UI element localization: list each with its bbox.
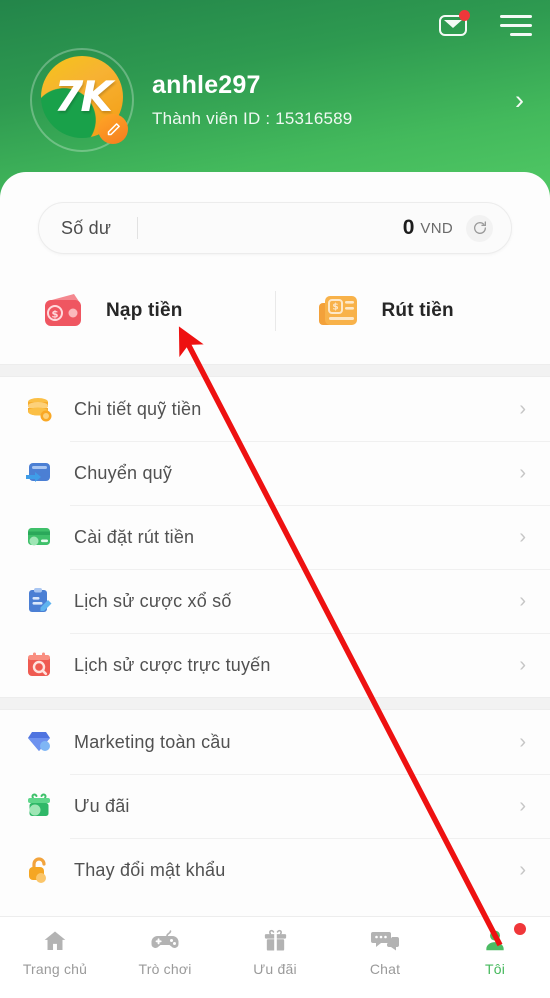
- balance-card[interactable]: Số dư 0 VND: [38, 202, 512, 254]
- person-icon: [478, 925, 512, 957]
- menu-label: Lịch sử cược trực tuyến: [74, 654, 271, 675]
- menu-item-lottery-bet-history[interactable]: Lịch sử cược xổ số ›: [0, 569, 550, 633]
- deposit-label: Nạp tiền: [106, 300, 183, 321]
- tab-badge-dot: [514, 923, 526, 935]
- chevron-right-icon: ›: [519, 731, 526, 753]
- gamepad-icon: [148, 925, 182, 957]
- tab-chat[interactable]: Chat: [330, 925, 440, 977]
- profile-screen: 7K anhle297 Thành viên ID : 15316589 › S…: [0, 0, 550, 998]
- tab-me[interactable]: Tôi: [440, 923, 550, 977]
- coin-stack-icon: [24, 394, 54, 424]
- chevron-right-icon: ›: [519, 398, 526, 420]
- chat-bubble-icon: [368, 925, 402, 957]
- burger-line-2: [500, 23, 532, 27]
- mail-badge-dot: [459, 10, 470, 21]
- hamburger-menu-icon[interactable]: [500, 12, 532, 38]
- chevron-right-icon: ›: [519, 590, 526, 612]
- deposit-button[interactable]: $ Nạp tiền: [0, 291, 275, 331]
- card-withdraw-icon: $: [316, 291, 364, 331]
- chevron-right-icon: ›: [519, 859, 526, 881]
- tab-label: Ưu đãi: [253, 961, 297, 977]
- home-icon: [38, 925, 72, 957]
- profile-text: anhle297 Thành viên ID : 15316589: [152, 70, 515, 129]
- menu-item-withdraw-settings[interactable]: Cài đặt rút tiền ›: [0, 505, 550, 569]
- svg-text:$: $: [52, 310, 59, 321]
- chevron-right-icon[interactable]: ›: [515, 86, 524, 114]
- menu-label: Cài đặt rút tiền: [74, 526, 195, 547]
- unlock-padlock-icon: [24, 855, 54, 885]
- balance-amount: 0: [402, 216, 415, 239]
- withdraw-button[interactable]: $ Rút tiền: [276, 291, 550, 331]
- tab-games[interactable]: Trò chơi: [110, 925, 220, 977]
- menu-item-promotions[interactable]: Ưu đãi ›: [0, 774, 550, 838]
- menu-label: Marketing toàn cầu: [74, 731, 231, 752]
- section-divider-1: [0, 364, 550, 377]
- tab-label: Trò chơi: [138, 961, 192, 977]
- menu-label: Chuyển quỹ: [74, 462, 173, 483]
- withdraw-label: Rút tiền: [381, 300, 454, 321]
- balance-divider: [137, 217, 139, 239]
- menu-label: Thay đổi mật khẩu: [74, 859, 226, 880]
- menu-item-global-marketing[interactable]: Marketing toàn cầu ›: [0, 710, 550, 774]
- gift-box-icon: [24, 791, 54, 821]
- chevron-right-icon: ›: [519, 795, 526, 817]
- tab-home[interactable]: Trang chủ: [0, 925, 110, 977]
- burger-line-1: [500, 14, 532, 18]
- avatar[interactable]: 7K: [30, 48, 134, 152]
- menu-item-fund-details[interactable]: Chi tiết quỹ tiền ›: [0, 377, 550, 441]
- menu-item-online-bet-history[interactable]: Lịch sử cược trực tuyến ›: [0, 633, 550, 697]
- tab-offers[interactable]: Ưu đãi: [220, 925, 330, 977]
- balance-label: Số dư: [61, 217, 112, 238]
- menu-group-promotions: Marketing toàn cầu › Ưu đãi › Thay đổi m…: [0, 710, 550, 902]
- wallet-deposit-icon: $: [40, 291, 88, 331]
- gift-icon: [258, 925, 292, 957]
- chevron-right-icon: ›: [519, 654, 526, 676]
- history-search-icon: [24, 650, 54, 680]
- menu-label: Lịch sử cược xổ số: [74, 590, 232, 611]
- burger-line-3: [510, 32, 532, 36]
- tab-label: Tôi: [484, 961, 506, 977]
- username: anhle297: [152, 71, 261, 100]
- chevron-right-icon: ›: [519, 526, 526, 548]
- bank-card-icon: [24, 522, 54, 552]
- tab-label: Trang chủ: [22, 961, 88, 977]
- wallet-transfer-icon: [24, 458, 54, 488]
- menu-item-change-password[interactable]: Thay đổi mật khẩu ›: [0, 838, 550, 902]
- tab-label: Chat: [369, 961, 401, 977]
- header-banner: 7K anhle297 Thành viên ID : 15316589 ›: [0, 0, 550, 200]
- header-actions: [436, 8, 532, 42]
- diamond-icon: [24, 727, 54, 757]
- mail-flap: [444, 19, 462, 28]
- balance-currency: VND: [420, 219, 453, 237]
- chevron-right-icon: ›: [519, 462, 526, 484]
- mail-button[interactable]: [436, 8, 470, 42]
- bottom-tab-bar: Trang chủ Trò chơi Ưu đãi Chat Tôi: [0, 916, 550, 998]
- profile-row[interactable]: 7K anhle297 Thành viên ID : 15316589 ›: [30, 48, 530, 152]
- edit-pencil-icon[interactable]: [98, 114, 128, 144]
- refresh-icon[interactable]: [466, 214, 493, 242]
- menu-label: Chi tiết quỹ tiền: [74, 398, 202, 419]
- section-divider-2: [0, 697, 550, 710]
- clipboard-edit-icon: [24, 586, 54, 616]
- content-sheet: Số dư 0 VND $ Nạp tiền $ Rút tiền Chi ti…: [0, 172, 550, 998]
- svg-text:$: $: [332, 303, 338, 313]
- menu-label: Ưu đãi: [74, 795, 130, 816]
- quick-actions: $ Nạp tiền $ Rút tiền: [0, 280, 550, 342]
- menu-group-funds: Chi tiết quỹ tiền › Chuyển quỹ › Cài đặt…: [0, 377, 550, 697]
- menu-item-fund-transfer[interactable]: Chuyển quỹ ›: [0, 441, 550, 505]
- member-id: Thành viên ID : 15316589: [152, 108, 353, 128]
